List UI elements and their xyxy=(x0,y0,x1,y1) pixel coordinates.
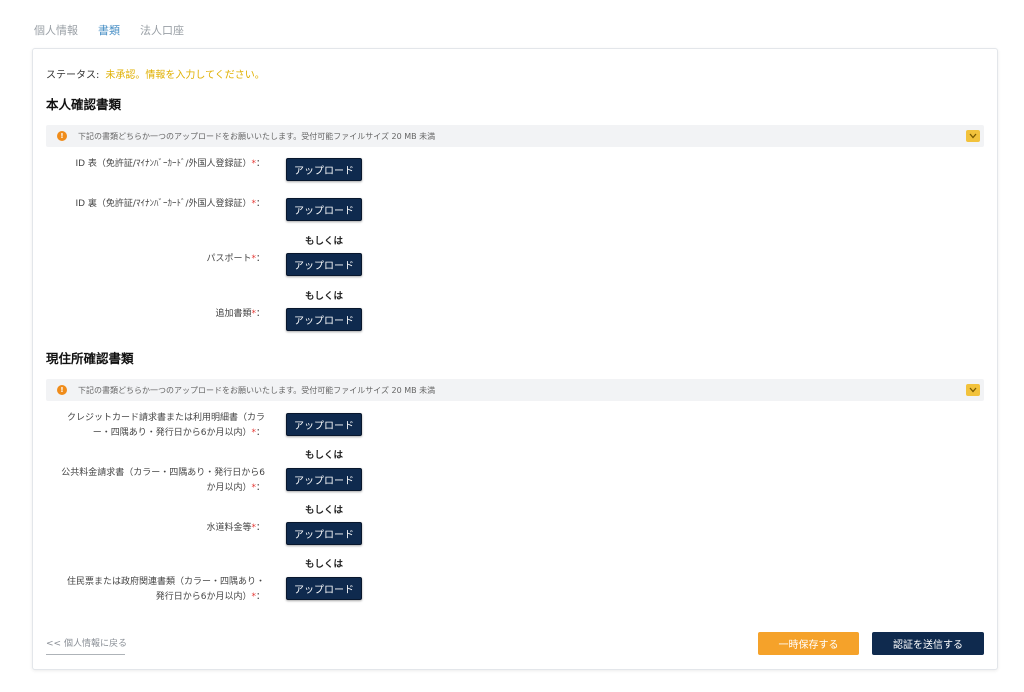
tab-corporate-account[interactable]: 法人口座 xyxy=(140,22,184,40)
label-colon: ： xyxy=(255,592,265,602)
identity-section-title: 本人確認書類 xyxy=(46,97,122,112)
label-colon: ： xyxy=(255,254,265,264)
identity-notice: ! 下記の書類どちらか一つのアップロードをお願いいたします。受付可能ファイルサイ… xyxy=(46,125,984,147)
address-section-title: 現住所確認書類 xyxy=(46,351,134,366)
id-front-upload-button[interactable]: アップロード xyxy=(286,158,362,181)
back-to-personal-info-link[interactable]: << 個人情報に戻る xyxy=(46,636,127,655)
or-text: もしくは xyxy=(304,505,343,516)
id-back-upload-button[interactable]: アップロード xyxy=(286,198,362,221)
identity-notice-text: 下記の書類どちらか一つのアップロードをお願いいたします。受付可能ファイルサイズ … xyxy=(78,131,436,141)
water-bill-label: 水道料金等*： xyxy=(206,521,265,536)
utility-bill-upload-button[interactable]: アップロード xyxy=(286,468,362,491)
passport-label: パスポート*： xyxy=(206,252,265,267)
water-bill-upload-button[interactable]: アップロード xyxy=(286,522,362,545)
resident-record-upload-button[interactable]: アップロード xyxy=(286,577,362,600)
utility-bill-label: 公共料金請求書（カラー・四隅あり・発行日から6 か月以内）*： xyxy=(61,466,265,496)
tab-personal-info[interactable]: 個人情報 xyxy=(34,22,78,40)
passport-upload-button[interactable]: アップロード xyxy=(286,253,362,276)
status-label: ステータス: xyxy=(46,70,100,81)
credit-card-label-line1: クレジットカード請求書または利用明細書（カラ xyxy=(66,413,265,423)
water-bill-label-text: 水道料金等 xyxy=(206,523,252,533)
chevron-down-icon[interactable] xyxy=(966,384,980,396)
chevron-down-icon[interactable] xyxy=(966,130,980,142)
address-notice: ! 下記の書類どちらか一つのアップロードをお願いいたします。受付可能ファイルサイ… xyxy=(46,379,984,401)
or-text: もしくは xyxy=(304,291,343,302)
additional-docs-upload-button[interactable]: アップロード xyxy=(286,308,362,331)
id-back-label-text: ID 裏（免許証/ﾏｲﾅﾝﾊﾞｰｶｰﾄﾞ/外国人登録証） xyxy=(75,199,252,209)
save-draft-button[interactable]: 一時保存する xyxy=(758,632,859,655)
label-colon: ： xyxy=(255,309,265,319)
resident-record-label-line1: 住民票または政府関連書類（カラー・四隅あり・ xyxy=(66,577,265,587)
documents-card: ステータス: 未承認。情報を入力してください。 本人確認書類 ! 下記の書類どちら… xyxy=(32,48,998,670)
resident-record-label-line2: 発行日から6か月以内） xyxy=(155,592,252,602)
utility-bill-label-line1: 公共料金請求書（カラー・四隅あり・発行日から6 xyxy=(61,468,265,478)
utility-bill-label-line2: か月以内） xyxy=(206,483,252,493)
id-front-label: ID 表（免許証/ﾏｲﾅﾝﾊﾞｰｶｰﾄﾞ/外国人登録証）*： xyxy=(75,157,265,172)
info-icon: ! xyxy=(57,385,67,395)
label-colon: ： xyxy=(255,483,265,493)
tab-bar: 個人情報 書類 法人口座 xyxy=(34,22,184,40)
additional-docs-label: 追加書類*： xyxy=(215,307,265,322)
passport-label-text: パスポート xyxy=(206,254,252,264)
id-back-label: ID 裏（免許証/ﾏｲﾅﾝﾊﾞｰｶｰﾄﾞ/外国人登録証）*： xyxy=(75,197,265,212)
label-colon: ： xyxy=(255,199,265,209)
credit-card-statement-label: クレジットカード請求書または利用明細書（カラ ー・四隅あり・発行日から6か月以内… xyxy=(67,411,265,441)
submit-verification-button[interactable]: 認証を送信する xyxy=(872,632,984,655)
resident-record-label: 住民票または政府関連書類（カラー・四隅あり・ 発行日から6か月以内）*： xyxy=(67,575,265,605)
info-icon: ! xyxy=(57,131,67,141)
id-front-label-text: ID 表（免許証/ﾏｲﾅﾝﾊﾞｰｶｰﾄﾞ/外国人登録証） xyxy=(75,159,252,169)
credit-card-label-line2: ー・四隅あり・発行日から6か月以内） xyxy=(92,428,252,438)
or-text: もしくは xyxy=(304,559,343,570)
or-text: もしくは xyxy=(304,450,343,461)
status-line: ステータス: 未承認。情報を入力してください。 xyxy=(46,66,265,81)
tab-documents[interactable]: 書類 xyxy=(98,22,120,40)
credit-card-upload-button[interactable]: アップロード xyxy=(286,413,362,436)
or-text: もしくは xyxy=(304,236,343,247)
status-value: 未承認。情報を入力してください。 xyxy=(105,70,265,81)
label-colon: ： xyxy=(255,428,265,438)
label-colon: ： xyxy=(255,523,265,533)
label-colon: ： xyxy=(255,159,265,169)
address-notice-text: 下記の書類どちらか一つのアップロードをお願いいたします。受付可能ファイルサイズ … xyxy=(78,385,436,395)
additional-docs-label-text: 追加書類 xyxy=(215,309,252,319)
